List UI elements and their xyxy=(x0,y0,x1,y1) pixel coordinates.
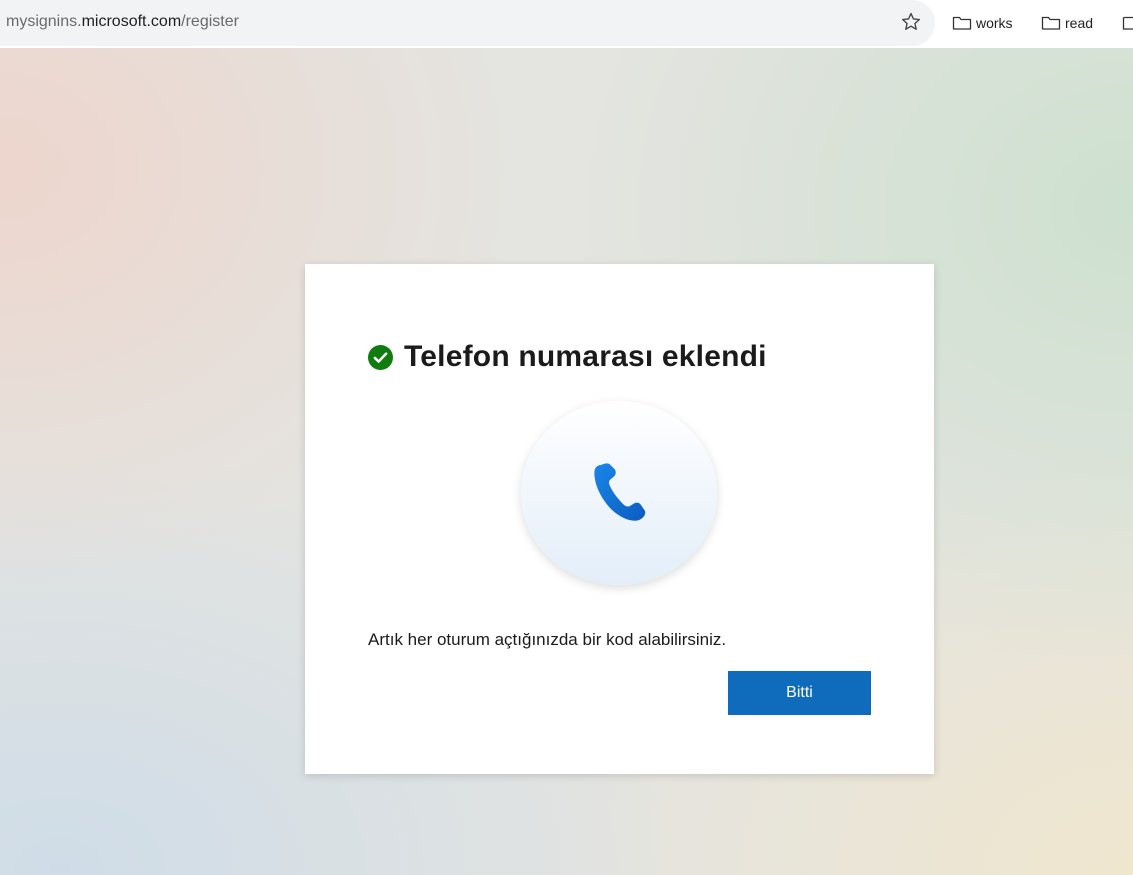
bookmark-label: works xyxy=(976,15,1013,31)
page-title: Telefon numarası eklendi xyxy=(404,340,767,373)
url-prefix: mysignins. xyxy=(6,13,82,30)
folder-icon xyxy=(1122,16,1133,30)
done-button[interactable]: Bitti xyxy=(728,671,871,715)
bookmark-works[interactable]: works xyxy=(952,12,1013,34)
folder-icon xyxy=(1041,16,1061,30)
check-circle-icon xyxy=(368,344,393,370)
phone-icon xyxy=(594,463,646,521)
success-message: Artık her oturum açtığınızda bir kod ala… xyxy=(368,630,727,649)
browser-toolbar: mysignins.microsoft.com/register works r… xyxy=(0,0,1133,48)
url-text[interactable]: mysignins.microsoft.com/register xyxy=(6,13,239,31)
url-path: /register xyxy=(181,13,239,30)
bookmark-label: read xyxy=(1065,15,1094,31)
dialog-header: Telefon numarası eklendi xyxy=(368,340,767,374)
success-dialog: Telefon numarası eklendi Artık her oturu… xyxy=(305,264,934,774)
address-bar[interactable]: mysignins.microsoft.com/register xyxy=(0,0,935,46)
bookmark-read[interactable]: read xyxy=(1041,12,1093,34)
bookmark-overflow[interactable] xyxy=(1122,12,1133,34)
folder-icon xyxy=(952,16,972,30)
phone-illustration xyxy=(521,401,717,585)
url-host: microsoft.com xyxy=(81,13,182,30)
page-background: Telefon numarası eklendi Artık her oturu… xyxy=(0,48,1133,875)
star-icon[interactable] xyxy=(900,11,922,33)
